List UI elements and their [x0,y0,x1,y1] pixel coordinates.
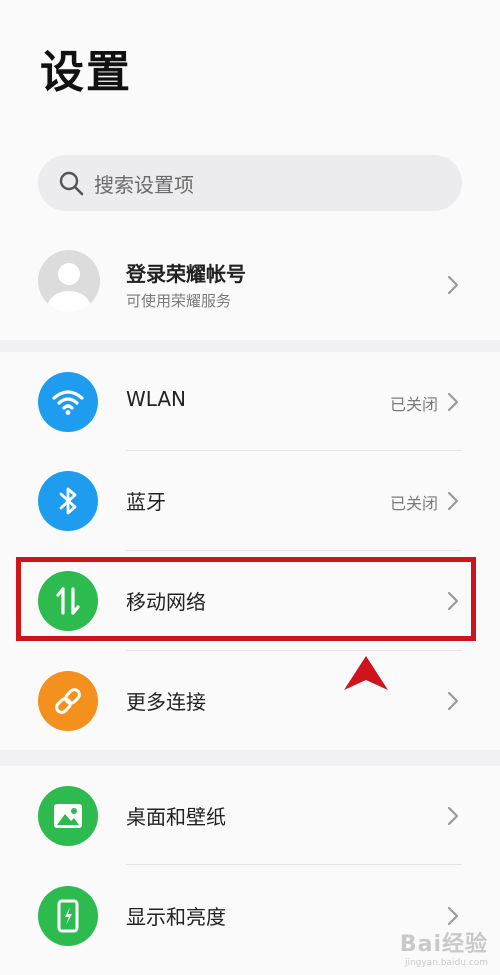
wallpaper-label: 桌面和壁纸 [126,805,226,829]
account-subtitle: 可使用荣耀服务 [126,292,232,310]
settings-item-bluetooth[interactable]: 蓝牙 已关闭 [0,451,500,551]
settings-item-wlan[interactable]: WLAN 已关闭 [0,352,500,452]
link-icon [38,671,98,731]
wifi-icon [38,372,98,432]
bluetooth-label: 蓝牙 [126,490,166,514]
bluetooth-icon [38,471,98,531]
chevron-right-icon [447,906,459,926]
annotation-highlight-box [16,557,476,641]
search-placeholder: 搜索设置项 [94,172,194,197]
avatar [38,250,100,312]
bluetooth-status: 已关闭 [389,494,438,513]
chevron-right-icon [447,275,459,295]
wlan-status: 已关闭 [389,395,438,414]
user-icon [47,263,91,312]
more-connections-label: 更多连接 [126,690,206,714]
search-bar[interactable]: 搜索设置项 [38,155,462,211]
settings-item-more-connections[interactable]: 更多连接 [0,651,500,751]
display-icon [38,886,98,946]
watermark-url: jingyan.baidu.com [404,958,488,968]
chevron-right-icon [447,491,459,511]
display-label: 显示和亮度 [126,905,226,929]
search-icon [59,171,84,196]
connectivity-group: WLAN 已关闭 蓝牙 已关闭 移动网络 更多连接 [0,352,500,750]
account-row[interactable]: 登录荣耀帐号 可使用荣耀服务 [0,240,500,332]
watermark: Bai经验 jingyan.baidu.com [400,926,488,968]
chevron-right-icon [447,806,459,826]
divider [126,864,462,865]
settings-item-wallpaper[interactable]: 桌面和壁纸 [0,766,500,866]
chevron-right-icon [447,691,459,711]
wlan-label: WLAN [126,387,187,411]
account-title: 登录荣耀帐号 [126,262,246,286]
wallpaper-icon [38,786,98,846]
chevron-right-icon [447,392,459,412]
page-title: 设置 [40,47,132,98]
annotation-arrow-icon [344,656,388,690]
watermark-text: Bai经验 [399,932,488,957]
